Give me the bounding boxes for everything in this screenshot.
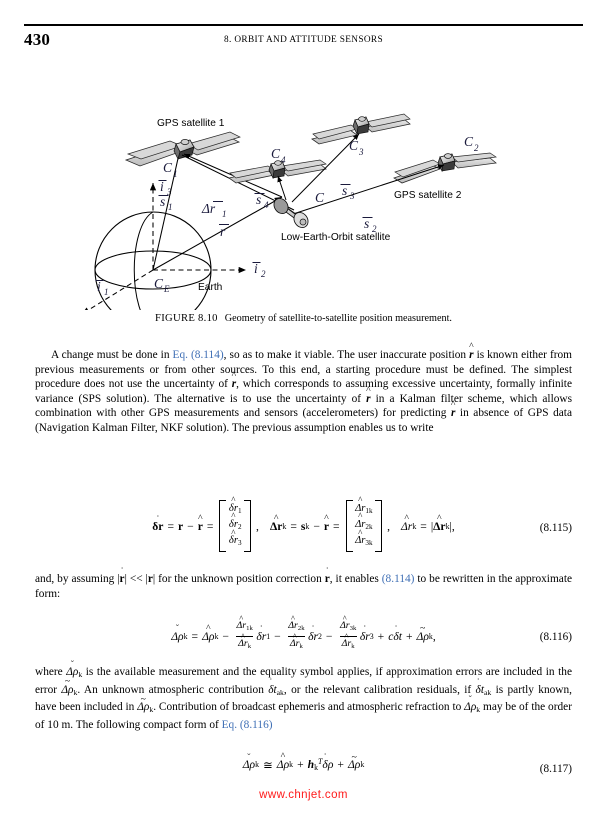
equation-8-117-body: ˘ Δρ k ≅ ^ Δρ k + hkT ˙ δρ + ~ Δρ k <box>35 750 572 773</box>
s2-letter: s <box>364 216 369 231</box>
p3-seg1: where <box>35 666 67 678</box>
eq116-frac-2: ^ Δr2k ^ Δrk <box>286 614 306 653</box>
rhat-4: ^ r <box>450 399 456 420</box>
s4-sub: 4 <box>264 200 269 210</box>
vector-delta-r1-label: Δr 1 <box>201 201 227 219</box>
rhat-3: ^ r <box>366 384 371 405</box>
delta-r1-sub: 1 <box>222 209 227 219</box>
p3-math-2: ~ Δρk <box>61 676 78 697</box>
c3-letter: C <box>349 138 359 153</box>
p3-seg3: . An unknown atmospheric contribution <box>77 683 269 696</box>
vector-r-letter: r <box>220 224 226 239</box>
s4-letter: s <box>256 192 261 207</box>
figure-caption: FIGURE 8.10 Geometry of satellite-to-sate… <box>24 313 583 324</box>
equation-8-117-number: (8.117) <box>539 763 572 775</box>
c4-letter: C <box>271 146 281 161</box>
equation-8-115: ˙ δr = r − ^ r = ^ δr1 ^ δr2 ^ δr3 , ^ Δr <box>35 495 572 562</box>
gps-satellite-2 <box>393 152 497 184</box>
equation-8-117: ˘ Δρ k ≅ ^ Δρ k + hkT ˙ δρ + ~ Δρ k (8.117) <box>35 750 572 785</box>
gps-satellite-4 <box>228 159 327 184</box>
s1-sub: 1 <box>168 202 173 212</box>
figure-caption-text: Geometry of satellite-to-satellite posit… <box>224 313 452 324</box>
leo-satellite <box>273 198 309 228</box>
axis-i1-sub: 1 <box>104 287 109 297</box>
equation-8-115-body: ˙ δr = r − ^ r = ^ δr1 ^ δr2 ^ δr3 , ^ Δr <box>35 495 572 553</box>
earth-center-letter: C <box>154 276 164 291</box>
rhat-2: ^ r <box>231 370 237 391</box>
c2-sub: 2 <box>474 143 479 153</box>
eq115-vector-2: ^ Δr1k ^ Δr2k ^ Δr3k <box>345 495 383 553</box>
axis-i1-letter: i <box>97 279 101 294</box>
gps-satellite-3 <box>311 113 411 145</box>
equation-8-116: ˘ Δρ k = ^ Δρ k − ^ Δr1k ^ Δrk ˙ δr 1 − ^ Δr2k ^ Δ… <box>35 614 572 660</box>
p2-seg1: and, by assuming <box>35 573 118 585</box>
figure-8-10: i 3 i 2 i 1 C E Earth r GPS satellite 1 … <box>24 58 583 310</box>
earth-label: Earth <box>198 282 222 293</box>
equation-8-116-number: (8.116) <box>539 631 572 643</box>
p2-math-2: ˙ r <box>324 566 330 585</box>
c2-letter: C <box>464 134 474 149</box>
eq117-h-term: hkT ˙ δρ <box>307 752 334 773</box>
watermark: www.chnjet.com <box>259 789 348 801</box>
eq115-vector-1: ^ δr1 ^ δr2 ^ δr3 <box>219 495 252 553</box>
earth-center-sub: E <box>163 284 170 294</box>
eq116-expr: ˘ Δρ k = ^ Δρ k − ^ Δr1k ^ Δrk ˙ δr 1 − ^ Δr2k ^ Δ… <box>171 614 436 653</box>
axis-i2-sub: 2 <box>261 269 266 279</box>
figure-number: FIGURE 8.10 <box>155 313 218 324</box>
figure-diagram: i 3 i 2 i 1 C E Earth r GPS satellite 1 … <box>82 113 497 310</box>
eq116-frac-3: ^ Δr3k ^ Δrk <box>338 614 358 653</box>
c3-sub: 3 <box>358 147 364 157</box>
c4-sub: 4 <box>281 155 286 165</box>
gps-satellite-1-label: GPS satellite 1 <box>157 118 225 129</box>
paragraph-3: where ˘ Δρk is the available measurement … <box>35 659 572 733</box>
rhat-1: ^ r <box>469 341 474 361</box>
gps-satellite-2-label: GPS satellite 2 <box>394 190 462 201</box>
c-leo-letter: C <box>315 190 325 205</box>
p1-seg1: A change must be done in <box>51 349 173 361</box>
axis-i2-letter: i <box>254 261 258 276</box>
c3-label: C 3 <box>349 138 364 157</box>
vector-r-label: r <box>219 224 229 239</box>
p3-seg4: , or the relevant calibration residuals,… <box>283 683 476 696</box>
s1-letter: s <box>160 194 165 209</box>
document-page: 430 8. ORBIT AND ATTITUDE SENSORS i 3 i … <box>0 0 607 818</box>
p3-math-3: ˙ δtak <box>268 676 284 697</box>
eq-ref-8-114-b[interactable]: (8.114) <box>382 573 415 585</box>
c2-label: C 2 <box>464 134 479 153</box>
eq116-cdt: c ˙ δt <box>388 623 402 643</box>
axis-label-i2: i 2 <box>252 261 266 279</box>
equation-8-115-number: (8.115) <box>539 522 572 534</box>
header-rule <box>24 24 583 26</box>
eq-ref-8-114-a[interactable]: Eq. (8.114) <box>173 349 224 361</box>
equation-8-116-body: ˘ Δρ k = ^ Δρ k − ^ Δr1k ^ Δrk ˙ δr 1 − ^ Δr2k ^ Δ… <box>35 614 572 653</box>
paragraph-2: and, by assuming | ˙ r| << |r| for the unk… <box>35 566 572 601</box>
axis-i3-letter: i <box>160 179 164 194</box>
delta-r1-letter: Δr <box>201 201 216 216</box>
p3-math-4: ˙ δtak <box>475 676 492 697</box>
p3-math-5: ~ Δρk <box>137 694 154 715</box>
eq-ref-8-116[interactable]: Eq. (8.116) <box>222 719 273 731</box>
p3-seg6: . Contribution of broadcast ephemeris an… <box>153 701 465 714</box>
running-head: 8. ORBIT AND ATTITUDE SENSORS <box>224 35 383 45</box>
c1-label: C 1 <box>163 160 178 179</box>
p2-seg2: for the unknown position correction <box>155 573 325 585</box>
p1-seg2: , so as to make it viable. The user inac… <box>223 349 470 361</box>
c1-letter: C <box>163 160 173 175</box>
gps-satellite-1 <box>124 131 241 167</box>
s3-letter: s <box>342 183 347 198</box>
p2-seg3: , it enables <box>329 573 382 585</box>
p3-math-6: ˘ Δρk <box>464 694 481 715</box>
eq116-frac-1: ^ Δr1k ^ Δrk <box>234 614 254 653</box>
eq115-r: r <box>177 519 184 533</box>
leo-satellite-label: Low-Earth-Orbit satellite <box>281 232 391 243</box>
vector-s4 <box>277 175 287 201</box>
c1-sub: 1 <box>173 169 178 179</box>
eq117-expr: ˘ Δρ k ≅ ^ Δρ k + hkT ˙ δρ + ~ Δρ k <box>242 750 365 773</box>
eq115-expr: ˙ δr = r − ^ r = ^ δr1 ^ δr2 ^ δr3 , ^ Δr <box>152 495 455 553</box>
paragraph-1: A change must be done in Eq. (8.114), so… <box>35 341 572 435</box>
p2-math-1: | ˙ r| << |r| <box>117 566 156 585</box>
